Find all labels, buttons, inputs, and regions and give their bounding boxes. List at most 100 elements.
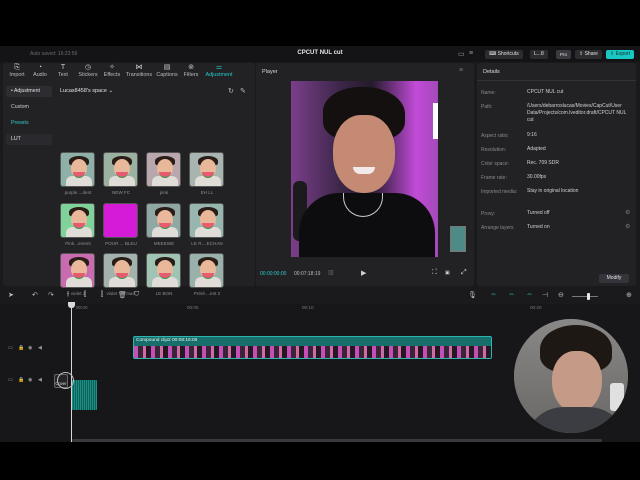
preview-axis-icon[interactable]: ⊣ [542, 291, 548, 299]
tab-filters[interactable]: ⊚ Filters [180, 63, 202, 78]
delete-icon[interactable]: 🗑 [118, 291, 127, 299]
waveform-icon: ▥ [328, 270, 334, 276]
audio-clip[interactable] [72, 380, 97, 410]
refresh-icon[interactable]: ↻ [228, 87, 234, 95]
detail-value-framerate: 30.00fps [527, 174, 547, 180]
redo-icon[interactable]: ↷ [48, 291, 54, 299]
preset-thumbnail[interactable] [60, 253, 95, 288]
title-bar: Auto saved: 16:23:59 CPCUT NUL cut ▭ ≡ ⌨… [0, 46, 640, 62]
zoom-out-icon[interactable]: ⊖ [558, 291, 564, 299]
preset-thumbnail[interactable] [60, 152, 95, 187]
preset-thumbnail[interactable] [146, 253, 181, 288]
tab-import[interactable]: ⎘ Import [5, 63, 29, 78]
timeline-toolbar: ➤ ↶ ↷ ⫲ ⫿ ⫿ 🗑 ⛉ 🎙 ⇔ ⇔ ⇔ ⊣ ⊖ ⊕ [0, 290, 640, 302]
zoom-slider[interactable] [572, 296, 598, 297]
split-left-icon[interactable]: ⫿ [84, 291, 86, 299]
player-title: Player [262, 69, 278, 75]
detail-label-colorspace: Color space: [481, 161, 510, 167]
audio-icon: ◔ [37, 64, 43, 71]
tab-adjustment[interactable]: ⚌ Adjustment [202, 63, 236, 78]
sidebar-item-adjustment[interactable]: • Adjustment [6, 86, 52, 97]
preset-thumbnail[interactable] [189, 253, 224, 288]
preset-thumbnail[interactable] [146, 203, 181, 238]
lock-icon[interactable]: 🔒 [18, 345, 24, 351]
tab-effects[interactable]: ✧ Effects [101, 63, 123, 78]
fit-icon[interactable]: ⛶ [432, 269, 437, 277]
arrange-settings-icon[interactable]: ⚙ [625, 223, 630, 230]
mouse-cursor-highlight [57, 372, 74, 389]
visibility-icon[interactable]: ◉ [28, 377, 32, 383]
auto-snap-icon[interactable]: ⇔ [508, 291, 515, 298]
tab-captions[interactable]: ▤ Captions [154, 63, 180, 78]
undo-icon[interactable]: ↶ [32, 291, 38, 299]
main-track-magnet-icon[interactable]: ⇔ [490, 291, 497, 298]
layout-icon[interactable]: ▭ [458, 50, 465, 58]
fullscreen-icon[interactable]: ⤢ [461, 269, 467, 277]
select-cursor-icon[interactable]: ➤ [8, 291, 14, 299]
timeline-scrollbar[interactable] [72, 439, 602, 442]
preset-label: pink [159, 190, 169, 195]
preset-thumbnail[interactable] [103, 253, 138, 288]
preset-thumbnail[interactable] [60, 203, 95, 238]
edit-icon[interactable]: ✎ [240, 87, 246, 95]
playhead[interactable] [71, 304, 72, 442]
pro-badge: Pro [556, 50, 572, 59]
space-selector[interactable]: Lucas8458's space ⌄ [60, 88, 113, 94]
player-menu-icon[interactable]: ≡ [459, 67, 463, 74]
zoom-in-icon[interactable]: ⊕ [626, 291, 632, 299]
menu-icon[interactable]: ≡ [469, 50, 473, 57]
preset-thumbnail[interactable] [103, 152, 138, 187]
export-button[interactable]: ⇪ Export [606, 50, 635, 59]
ruler-mark: 00:20 [530, 305, 542, 310]
preset-label: NEW FC [111, 190, 131, 195]
preset-label: Pink...ement [65, 241, 91, 246]
import-icon: ⎘ [14, 64, 20, 71]
split-right-icon[interactable]: ⫿ [101, 291, 103, 299]
video-preview [291, 81, 438, 257]
playhead-handle[interactable] [68, 302, 75, 308]
tab-text[interactable]: T Text [53, 63, 73, 78]
play-icon[interactable]: ▶ [361, 269, 366, 277]
track-frame-icon[interactable]: ▭ [8, 377, 13, 383]
preset-thumbnail[interactable] [103, 203, 138, 238]
proxy-settings-icon[interactable]: ⚙ [625, 209, 630, 216]
total-timecode: 00:07:18:19 [294, 271, 321, 277]
text-icon: T [60, 64, 66, 71]
ratio-icon[interactable]: ▣ [445, 270, 450, 276]
sidebar-item-presets[interactable]: Presets [6, 118, 52, 129]
zoom-slider-handle[interactable] [587, 293, 590, 300]
detail-value-aspect: 9:16 [527, 132, 537, 138]
shield-icon[interactable]: ⛉ [134, 291, 139, 299]
detail-value-proxy: Turned off [527, 210, 550, 216]
shortcuts-button[interactable]: ⌨ Shortcuts [485, 50, 523, 59]
microphone-icon[interactable]: 🎙 [468, 291, 477, 299]
sidebar-item-lut[interactable]: LUT [6, 134, 52, 145]
clip-label: Compound clip2 00:08:16:06 [136, 338, 198, 343]
preview-scrub-thumbnail[interactable] [450, 226, 466, 252]
user-button[interactable]: L...8 [530, 50, 548, 59]
adjustment-icon: ⚌ [215, 64, 223, 71]
tab-transitions[interactable]: ⋈ Transitions [124, 63, 154, 78]
lock-icon[interactable]: 🔒 [18, 377, 24, 383]
audio-toggle-icon[interactable]: ◀ [38, 345, 42, 351]
linkage-icon[interactable]: ⇔ [526, 291, 533, 298]
tab-stickers[interactable]: ◷ Stickers [75, 63, 101, 78]
preset-thumbnail[interactable] [189, 152, 224, 187]
sidebar-item-custom[interactable]: Custom [6, 102, 52, 113]
divider [477, 80, 636, 81]
details-panel: Details Name: CPCUT NUL cut Path: /Users… [477, 63, 636, 286]
track-frame-icon[interactable]: ▭ [8, 345, 13, 351]
compound-clip[interactable]: Compound clip2 00:08:16:06 [133, 336, 492, 359]
visibility-icon[interactable]: ◉ [28, 345, 32, 351]
modify-button[interactable]: Modify [599, 274, 629, 283]
share-button[interactable]: ⇪ Share [575, 50, 602, 59]
audio-toggle-icon[interactable]: ◀ [38, 377, 42, 383]
preset-thumbnail[interactable] [189, 203, 224, 238]
detail-label-arrange: Arrange layers [481, 225, 514, 231]
preset-thumbnail[interactable] [146, 152, 181, 187]
feature-tabs: ⎘ Import ◔ Audio T Text ◷ Stickers ✧ Effects … [3, 63, 255, 81]
split-icon[interactable]: ⫲ [67, 291, 69, 299]
detail-value-arrange: Turned on [527, 224, 550, 230]
tab-audio[interactable]: ◔ Audio [29, 63, 51, 78]
captions-icon: ▤ [163, 64, 171, 71]
